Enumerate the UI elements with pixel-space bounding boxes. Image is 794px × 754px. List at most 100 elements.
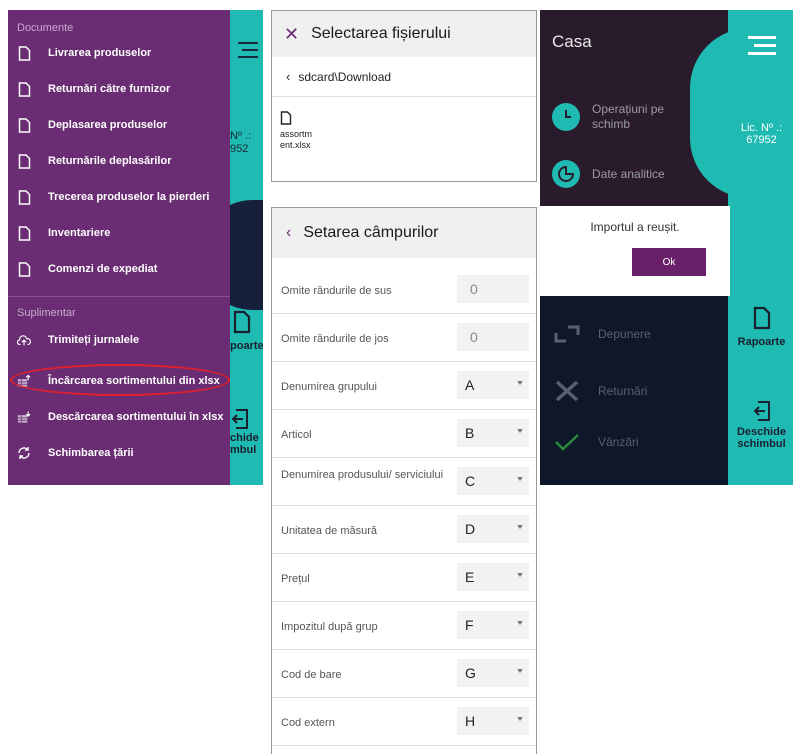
license-label: Lic. Nº .: [740,122,783,134]
file-selector-header: ✕ Selectarea fișierului [272,11,536,57]
drawer-item-returnarile-deplasarilor[interactable]: Returnările deplasărilor [8,146,230,176]
drawer-item-schimbarea-tarii[interactable]: Schimbarea țării [8,438,230,468]
number-input[interactable]: 0 [457,323,529,351]
field-value: F [465,617,474,633]
cross-icon [555,380,579,402]
drawer-divider [8,296,230,297]
hamburger-icon[interactable] [748,36,778,56]
drawer-item-returnari-furnizor[interactable]: Returnări către furnizor [8,74,230,104]
open-shift-label: Deschide schimbul [737,426,786,450]
field-row: Cod de bare G [272,650,536,698]
deposit-icon [554,325,580,343]
menu-analytics-label: Date analitice [592,166,665,181]
close-icon[interactable]: ✕ [284,24,299,45]
pie-chart-icon [552,160,580,188]
column-select[interactable]: D [457,515,529,543]
menu-returns[interactable]: Returnări [554,380,647,402]
column-select[interactable]: B [457,419,529,447]
field-row: Unitatea de măsură D [272,506,536,554]
column-select[interactable]: G [457,659,529,687]
navigation-drawer: Documente Livrarea produselor Returnări … [8,10,230,485]
drawer-item-trimiteti-jurnalele[interactable]: Trimiteți jurnalele [8,325,230,355]
drawer-item-label: Deplasarea produselor [48,119,168,131]
field-row: Prețul E [272,554,536,602]
field-label: Omite rândurile de jos [281,333,389,345]
field-value: G [465,665,476,681]
document-icon [17,189,31,205]
field-value: E [465,569,475,585]
drawer-item-livrarea-produselor[interactable]: Livrarea produselor [8,38,230,68]
field-row: Omite rândurile de jos 0 [272,314,536,362]
section-extra-label: Suplimentar [17,307,76,319]
drawer-item-label: Schimbarea țării [48,447,134,459]
file-selector-title: Selectarea fișierului [311,25,451,42]
open-shift-label-fragment-1: chide [230,432,259,444]
number-input[interactable]: 0 [457,275,529,303]
menu-sales-label: Vânzări [598,435,639,449]
ok-button[interactable]: Ok [632,248,706,276]
open-shift-button[interactable]: Deschide schimbul [730,400,793,450]
document-icon [17,81,31,97]
lic-number-fragment: 952 [230,143,249,155]
file-item[interactable]: assortm ent.xlsx [280,111,330,151]
dropdown-arrow-icon [517,621,523,625]
field-settings-title: Setarea câmpurilor [303,224,439,241]
lic-label-fragment: Nº .: [230,130,252,142]
file-selector-screen: ✕ Selectarea fișierului ‹ sdcard\Downloa… [271,10,537,182]
field-label: Articol [281,429,312,441]
document-icon [17,117,31,133]
drawer-item-deplasarea-produselor[interactable]: Deplasarea produselor [8,110,230,140]
field-value: A [465,377,475,393]
open-shift-button-fragment[interactable]: chide mbul [230,408,263,458]
path-breadcrumb[interactable]: ‹ sdcard\Download [272,57,536,97]
dropdown-arrow-icon [517,381,523,385]
column-select[interactable]: C [457,467,529,495]
column-select[interactable]: A [457,371,529,399]
field-row: Impozitul după grup F [272,602,536,650]
spreadsheet-download-icon [17,409,31,425]
menu-sales[interactable]: Vânzări [554,432,639,452]
field-label: Denumirea produsului/ serviciului [281,469,444,481]
field-settings-screen: ‹ Setarea câmpurilor Omite rândurile de … [271,207,537,754]
document-icon [753,306,770,330]
section-documents-label: Documente [17,22,74,34]
chevron-left-icon[interactable]: ‹ [286,69,290,84]
field-row: Denumirea grupului A [272,362,536,410]
column-select[interactable]: E [457,563,529,591]
enter-icon [753,401,770,421]
menu-analytics[interactable]: Date analitice [552,160,665,188]
drawer-item-label: Returnările deplasărilor [48,155,172,167]
drawer-item-label: Trimiteți jurnalele [48,334,140,346]
reports-label-fragment: poarte [230,340,263,352]
menu-operations[interactable]: Operațiuni pe schimb [552,102,682,132]
field-value: 0 [470,281,478,297]
drawer-item-label: Inventariere [48,227,111,239]
screen-title: Casa [552,32,592,51]
drawer-item-label: Descărcarea sortimentului în xlsx [48,411,224,423]
field-value: D [465,521,476,537]
reports-button-fragment[interactable]: poarte [230,310,263,355]
dropdown-arrow-icon [517,669,523,673]
field-row: Denumirea produsului/ serviciului C [272,458,536,506]
menu-deposit[interactable]: Depunere [554,325,651,343]
field-label: Omite rândurile de sus [281,285,392,297]
file-name: assortm ent.xlsx [280,129,313,150]
column-select[interactable]: H [457,707,529,735]
reports-label: Rapoarte [737,336,786,348]
drawer-item-comenzi-expediat[interactable]: Comenzi de expediat [8,254,230,284]
drawer-item-label: Trecerea produselor la pierderi [48,191,210,203]
field-label: Impozitul după grup [281,621,378,633]
dropdown-arrow-icon [517,717,523,721]
field-label: Unitatea de măsură [281,525,377,537]
back-chevron-icon[interactable]: ‹ [286,224,291,242]
column-select[interactable]: F [457,611,529,639]
field-row: Articol B [272,410,536,458]
reports-button[interactable]: Rapoarte [730,306,793,348]
drawer-item-inventariere[interactable]: Inventariere [8,218,230,248]
field-value: B [465,425,475,441]
document-icon [17,261,31,277]
drawer-item-descarcarea-sortimentului[interactable]: Descărcarea sortimentului în xlsx [8,402,230,432]
drawer-item-trecerea-pierderi[interactable]: Trecerea produselor la pierderi [8,182,230,212]
dropdown-arrow-icon [517,429,523,433]
field-label: Prețul [281,573,310,585]
